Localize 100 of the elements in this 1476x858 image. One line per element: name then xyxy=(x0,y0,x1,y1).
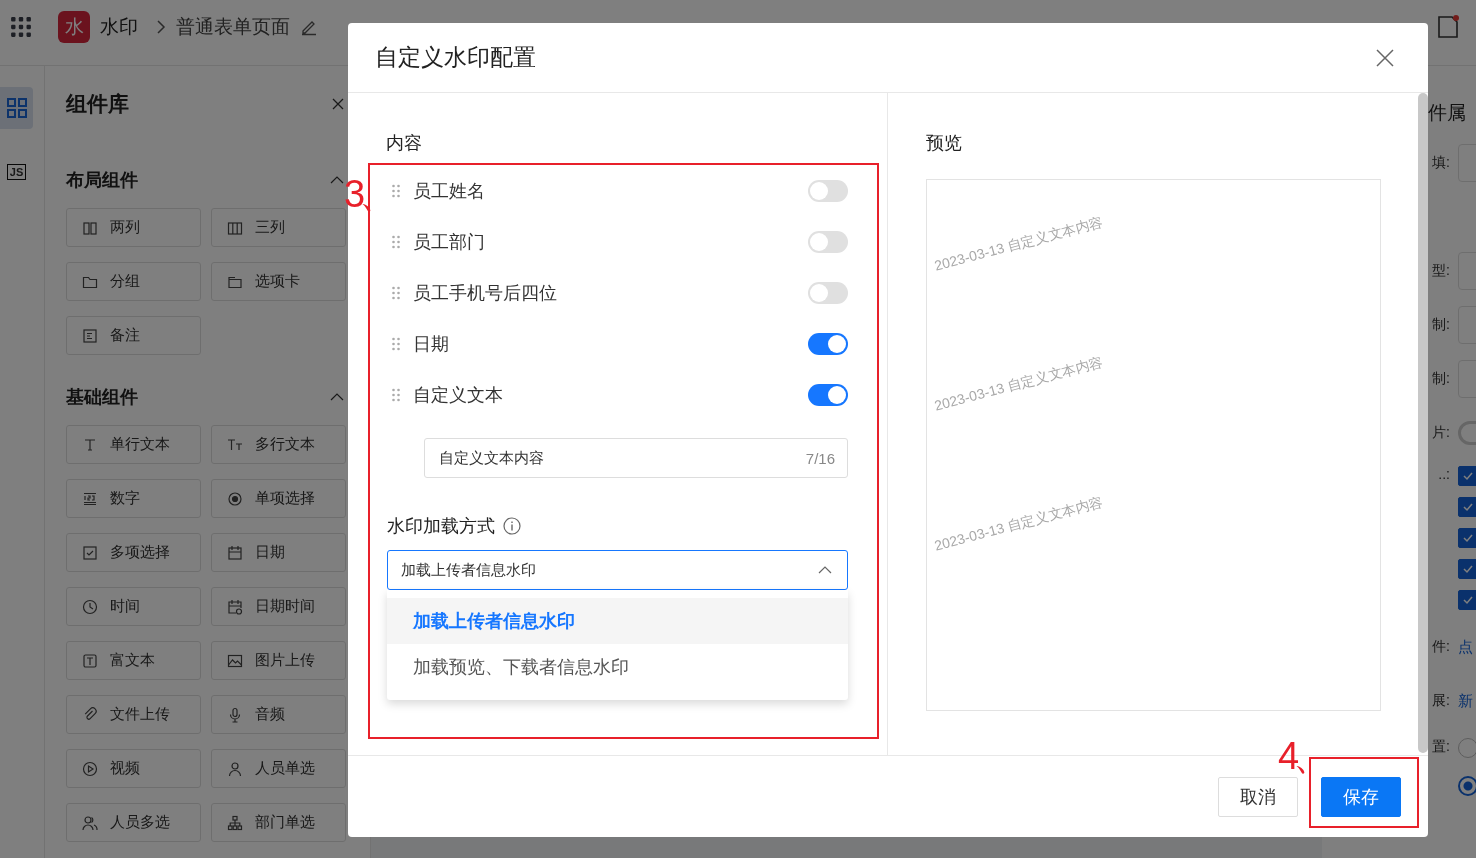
panel-title: 组件库 xyxy=(66,91,129,117)
section-label: 预览 xyxy=(926,132,963,155)
field-label: 制: xyxy=(1431,316,1450,334)
js-tab[interactable]: JS xyxy=(0,151,33,193)
caret-up-icon[interactable] xyxy=(330,393,344,401)
toggle-switch[interactable] xyxy=(808,230,848,253)
dialog-title: 自定义水印配置 xyxy=(375,43,536,72)
panel-title: 件属 xyxy=(1428,101,1467,125)
check-icon xyxy=(1462,532,1474,544)
document-icon[interactable] xyxy=(1436,13,1460,40)
text-size-icon xyxy=(227,436,243,453)
close-icon[interactable] xyxy=(1376,48,1394,67)
link[interactable]: 点 xyxy=(1458,637,1473,657)
org-chart-icon xyxy=(227,814,243,831)
person-icon xyxy=(227,760,243,777)
section-label: 内容 xyxy=(386,132,423,155)
radio-button[interactable] xyxy=(1458,776,1476,796)
component-item[interactable]: 数字 xyxy=(66,479,201,518)
component-item[interactable]: 分组 xyxy=(66,262,201,301)
component-item[interactable]: 视频 xyxy=(66,749,201,788)
check-icon xyxy=(1462,563,1474,575)
component-item[interactable]: 备注 xyxy=(66,316,201,355)
toggle-switch[interactable] xyxy=(808,281,848,304)
component-item[interactable]: 人员多选 xyxy=(66,803,201,842)
info-icon[interactable] xyxy=(503,517,521,535)
caret-up-icon[interactable] xyxy=(330,176,344,184)
text-icon xyxy=(82,436,98,453)
drag-handle-icon[interactable] xyxy=(392,387,400,402)
play-circle-icon xyxy=(82,760,98,777)
text-input[interactable]: 自定义文本内容 7/16 xyxy=(424,438,848,478)
field-label: 展: xyxy=(1431,692,1450,710)
section-title: 布局组件 xyxy=(66,169,138,192)
component-item[interactable]: 两列 xyxy=(66,208,201,247)
component-item[interactable]: 日期时间 xyxy=(211,587,346,626)
dropdown-select[interactable]: 加载上传者信息水印 xyxy=(387,550,848,590)
paperclip-icon xyxy=(82,706,98,723)
section-title: 基础组件 xyxy=(66,386,138,409)
field-label: 员工手机号后四位 xyxy=(413,281,558,305)
field-label: 件: xyxy=(1431,638,1450,656)
cancel-button[interactable]: 取消 xyxy=(1218,776,1298,817)
field-label: ..: xyxy=(1437,466,1450,482)
app-logo: 水 xyxy=(58,10,90,43)
component-item[interactable]: 单项选择 xyxy=(211,479,346,518)
toggle-switch[interactable] xyxy=(808,179,848,202)
apps-grid-icon[interactable] xyxy=(10,15,32,38)
grid-icon xyxy=(5,97,28,119)
component-item[interactable]: 部门单选 xyxy=(211,803,346,842)
component-item[interactable]: 时间 xyxy=(66,587,201,626)
drag-handle-icon[interactable] xyxy=(392,183,400,198)
component-item[interactable]: 文件上传 xyxy=(66,695,201,734)
check-icon xyxy=(1462,501,1474,513)
checkbox-icon xyxy=(82,544,98,561)
clock-icon xyxy=(82,598,98,615)
toggle-switch[interactable] xyxy=(808,332,848,355)
checkbox[interactable] xyxy=(1458,466,1476,486)
component-item[interactable]: 多项选择 xyxy=(66,533,201,572)
check-icon xyxy=(1462,594,1474,606)
section-label: 水印加载方式 xyxy=(387,515,495,538)
calendar-clock-icon xyxy=(227,598,243,615)
image-icon xyxy=(227,652,243,669)
radio-icon xyxy=(227,490,243,507)
components-tab[interactable] xyxy=(0,87,33,129)
check-icon xyxy=(1462,470,1474,482)
microphone-icon xyxy=(227,706,243,723)
component-item[interactable]: 选项卡 xyxy=(211,262,346,301)
dropdown-option[interactable]: 加载上传者信息水印 xyxy=(387,598,848,644)
drag-handle-icon[interactable] xyxy=(392,336,400,351)
checkbox[interactable] xyxy=(1458,528,1476,548)
component-item[interactable]: 日期 xyxy=(211,533,346,572)
people-icon xyxy=(82,814,98,831)
chevron-right-icon xyxy=(156,18,166,35)
drag-handle-icon[interactable] xyxy=(392,285,400,300)
caret-up-icon xyxy=(818,566,832,574)
checkbox[interactable] xyxy=(1458,497,1476,517)
field-label: 置: xyxy=(1431,738,1450,756)
close-icon[interactable] xyxy=(332,98,344,110)
component-item[interactable]: 音频 xyxy=(211,695,346,734)
lines-icon xyxy=(82,490,98,507)
field-label: 制: xyxy=(1431,370,1450,388)
component-item[interactable]: 富文本 xyxy=(66,641,201,680)
app-name[interactable]: 水印 xyxy=(100,13,138,40)
field-label: 员工部门 xyxy=(413,230,486,254)
component-item[interactable]: 图片上传 xyxy=(211,641,346,680)
field-label: 自定义文本 xyxy=(413,383,504,407)
checkbox[interactable] xyxy=(1458,559,1476,579)
component-item[interactable]: 多行文本 xyxy=(211,425,346,464)
component-item[interactable]: 单行文本 xyxy=(66,425,201,464)
drag-handle-icon[interactable] xyxy=(392,234,400,249)
toggle-switch[interactable] xyxy=(808,383,848,406)
save-button[interactable]: 保存 xyxy=(1321,776,1401,817)
text-box-icon xyxy=(82,652,98,669)
component-item[interactable]: 人员单选 xyxy=(211,749,346,788)
dropdown-option[interactable]: 加载预览、下载者信息水印 xyxy=(387,644,848,690)
component-item[interactable]: 三列 xyxy=(211,208,346,247)
note-icon xyxy=(82,327,98,344)
field-label: 型: xyxy=(1431,262,1450,280)
scrollbar[interactable] xyxy=(1418,93,1428,753)
link[interactable]: 新 xyxy=(1458,691,1473,711)
annotation-number: 4、 xyxy=(1278,737,1326,775)
checkbox[interactable] xyxy=(1458,590,1476,610)
